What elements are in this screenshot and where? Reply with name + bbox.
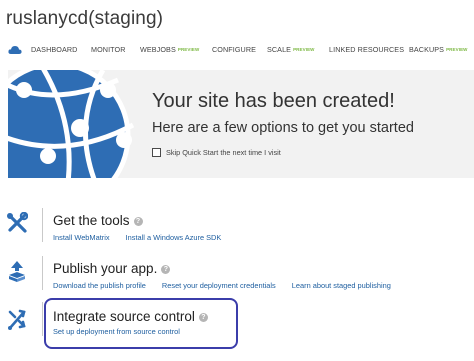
site-title: ruslanycd(staging) bbox=[6, 8, 164, 29]
banner-title: Your site has been created! bbox=[152, 90, 395, 112]
section-divider bbox=[42, 302, 43, 336]
staged-publishing-link[interactable]: Learn about staged publishing bbox=[292, 281, 391, 290]
nav-item-linked-resources[interactable]: LINKED RESOURCES bbox=[329, 45, 404, 54]
tools-links: Install WebMatrix Install a Windows Azur… bbox=[53, 233, 235, 242]
nav-item-dashboard[interactable]: DASHBOARD bbox=[31, 45, 77, 54]
install-webmatrix-link[interactable]: Install WebMatrix bbox=[53, 233, 110, 242]
nav-item-scale[interactable]: SCALE PREVIEW bbox=[267, 45, 315, 54]
publish-links: Download the publish profile Reset your … bbox=[53, 281, 405, 290]
nav-item-backups[interactable]: BACKUPS PREVIEW bbox=[409, 45, 468, 54]
section-divider bbox=[42, 256, 43, 290]
website-globe-icon bbox=[8, 70, 135, 178]
download-publish-profile-link[interactable]: Download the publish profile bbox=[53, 281, 146, 290]
cloud-icon[interactable] bbox=[8, 44, 22, 56]
skip-quickstart[interactable]: Skip Quick Start the next time I visit bbox=[152, 148, 281, 157]
install-azure-sdk-link[interactable]: Install a Windows Azure SDK bbox=[126, 233, 222, 242]
highlight-outline bbox=[44, 298, 238, 349]
nav-bar: DASHBOARD MONITOR WEBJOBS PREVIEW CONFIGU… bbox=[0, 44, 474, 58]
preview-badge: PREVIEW bbox=[293, 47, 315, 52]
section-title-tools: Get the tools? bbox=[53, 213, 143, 228]
section-divider bbox=[42, 208, 43, 242]
preview-badge: PREVIEW bbox=[446, 47, 468, 52]
skip-quickstart-checkbox[interactable] bbox=[152, 148, 161, 157]
skip-quickstart-label: Skip Quick Start the next time I visit bbox=[166, 148, 281, 157]
preview-badge: PREVIEW bbox=[177, 47, 200, 52]
tools-icon bbox=[7, 212, 28, 233]
banner-subtitle: Here are a few options to get you starte… bbox=[152, 120, 414, 136]
publish-upload-icon bbox=[9, 261, 25, 282]
help-icon[interactable]: ? bbox=[161, 265, 171, 274]
source-control-icon bbox=[8, 309, 26, 330]
nav-item-monitor[interactable]: MONITOR bbox=[91, 45, 126, 54]
nav-item-webjobs[interactable]: WEBJOBS PREVIEW bbox=[140, 45, 199, 54]
quickstart-banner: Your site has been created! Here are a f… bbox=[8, 70, 474, 178]
nav-item-configure[interactable]: CONFIGURE bbox=[212, 45, 256, 54]
reset-credentials-link[interactable]: Reset your deployment credentials bbox=[162, 281, 276, 290]
help-icon[interactable]: ? bbox=[133, 217, 143, 226]
section-title-publish: Publish your app.? bbox=[53, 261, 171, 276]
